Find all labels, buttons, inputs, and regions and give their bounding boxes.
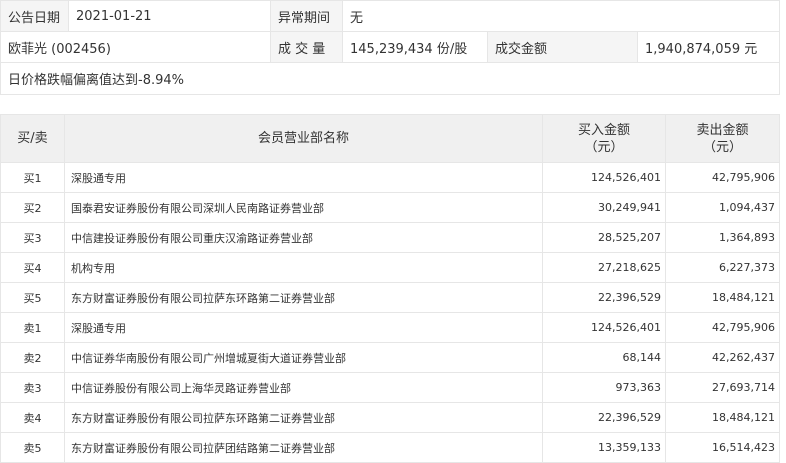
row-buy-amount: 124,526,401 (542, 162, 666, 193)
amount-label: 成交金额 (487, 31, 638, 63)
period-label: 异常期间 (270, 0, 343, 32)
info-row-reason: 日价格跌幅偏离值达到-8.94% (0, 62, 781, 95)
row-member-name: 深股通专用 (64, 162, 543, 193)
row-buy-amount: 22,396,529 (542, 282, 666, 313)
info-row-date: 公告日期 2021-01-21 异常期间 无 (0, 0, 781, 32)
row-side: 卖1 (0, 312, 65, 343)
table-row: 买5 东方财富证券股份有限公司拉萨东环路第二证券营业部 22,396,529 1… (0, 282, 780, 313)
row-side: 卖3 (0, 372, 65, 403)
row-buy-amount: 27,218,625 (542, 252, 666, 283)
trading-seats-table: 买/卖 会员营业部名称 买入金额 （元） 卖出金额 （元） 买1 深股通专用 124… (0, 114, 780, 463)
table-row: 卖4 东方财富证券股份有限公司拉萨东环路第二证券营业部 22,396,529 1… (0, 402, 780, 433)
listing-reason: 日价格跌幅偏离值达到-8.94% (0, 62, 781, 95)
header-side: 买/卖 (0, 114, 65, 163)
row-side: 买3 (0, 222, 65, 253)
row-member-name: 中信证券股份有限公司上海华灵路证券营业部 (64, 372, 543, 403)
row-buy-amount: 28,525,207 (542, 222, 666, 253)
row-side: 买2 (0, 192, 65, 223)
announcement-info-table: 公告日期 2021-01-21 异常期间 无 欧菲光 (002456) 成 交 … (0, 0, 781, 95)
row-member-name: 国泰君安证券股份有限公司深圳人民南路证券营业部 (64, 192, 543, 223)
row-member-name: 深股通专用 (64, 312, 543, 343)
table-row: 买3 中信建投证券股份有限公司重庆汉渝路证券营业部 28,525,207 1,3… (0, 222, 780, 253)
abnormal-period: 无 (341, 0, 781, 32)
row-sell-amount: 1,094,437 (665, 192, 780, 223)
table-row: 卖1 深股通专用 124,526,401 42,795,906 (0, 312, 780, 343)
date-label: 公告日期 (0, 0, 69, 32)
table-row: 卖5 东方财富证券股份有限公司拉萨团结路第二证券营业部 13,359,133 1… (0, 432, 780, 463)
trade-volume: 145,239,434 份/股 (342, 31, 488, 63)
announcement-date: 2021-01-21 (68, 0, 271, 32)
row-member-name: 东方财富证券股份有限公司拉萨团结路第二证券营业部 (64, 432, 543, 463)
table-row: 买2 国泰君安证券股份有限公司深圳人民南路证券营业部 30,249,941 1,… (0, 192, 780, 223)
row-member-name: 中信证券华南股份有限公司广州增城夏街大道证券营业部 (64, 342, 543, 373)
row-buy-amount: 30,249,941 (542, 192, 666, 223)
table-header-row: 买/卖 会员营业部名称 买入金额 （元） 卖出金额 （元） (0, 114, 780, 163)
table-row: 卖2 中信证券华南股份有限公司广州增城夏街大道证券营业部 68,144 42,2… (0, 342, 780, 373)
stock-name-code: 欧菲光 (002456) (0, 31, 271, 63)
row-buy-amount: 973,363 (542, 372, 666, 403)
row-member-name: 中信建投证券股份有限公司重庆汉渝路证券营业部 (64, 222, 543, 253)
row-buy-amount: 68,144 (542, 342, 666, 373)
row-member-name: 机构专用 (64, 252, 543, 283)
row-side: 卖5 (0, 432, 65, 463)
row-sell-amount: 27,693,714 (665, 372, 780, 403)
row-sell-amount: 1,364,893 (665, 222, 780, 253)
row-side: 买1 (0, 162, 65, 193)
row-buy-amount: 124,526,401 (542, 312, 666, 343)
row-side: 买5 (0, 282, 65, 313)
row-sell-amount: 42,795,906 (665, 162, 780, 193)
row-sell-amount: 18,484,121 (665, 402, 780, 433)
header-buy-amount: 买入金额 （元） (542, 114, 666, 163)
row-sell-amount: 42,262,437 (665, 342, 780, 373)
info-row-trade: 欧菲光 (002456) 成 交 量 145,239,434 份/股 成交金额 … (0, 31, 781, 63)
row-buy-amount: 22,396,529 (542, 402, 666, 433)
row-side: 卖2 (0, 342, 65, 373)
row-member-name: 东方财富证券股份有限公司拉萨东环路第二证券营业部 (64, 402, 543, 433)
row-side: 买4 (0, 252, 65, 283)
row-sell-amount: 18,484,121 (665, 282, 780, 313)
trade-amount: 1,940,874,059 元 (636, 31, 781, 63)
row-member-name: 东方财富证券股份有限公司拉萨东环路第二证券营业部 (64, 282, 543, 313)
table-row: 买1 深股通专用 124,526,401 42,795,906 (0, 162, 780, 193)
volume-label: 成 交 量 (270, 31, 343, 63)
row-sell-amount: 6,227,373 (665, 252, 780, 283)
header-member-name: 会员营业部名称 (64, 114, 543, 163)
header-sell-amount: 卖出金额 （元） (665, 114, 780, 163)
row-sell-amount: 16,514,423 (665, 432, 780, 463)
table-row: 买4 机构专用 27,218,625 6,227,373 (0, 252, 780, 283)
row-sell-amount: 42,795,906 (665, 312, 780, 343)
row-side: 卖4 (0, 402, 65, 433)
row-buy-amount: 13,359,133 (542, 432, 666, 463)
table-row: 卖3 中信证券股份有限公司上海华灵路证券营业部 973,363 27,693,7… (0, 372, 780, 403)
